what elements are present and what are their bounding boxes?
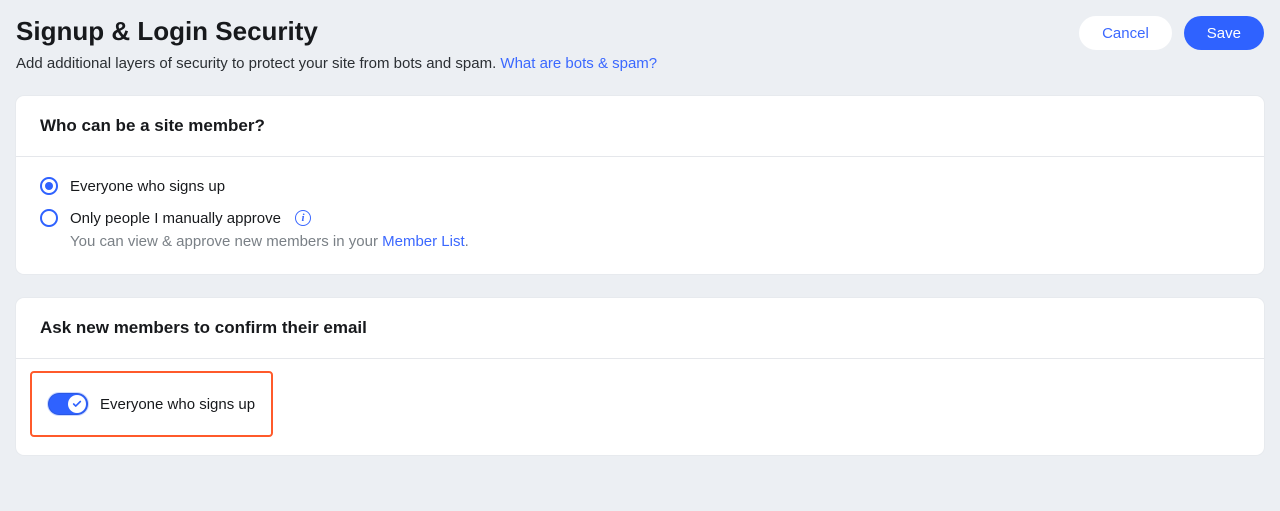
toggle-thumb — [68, 395, 86, 413]
bots-spam-link[interactable]: What are bots & spam? — [500, 55, 657, 72]
manual-approve-helper: You can view & approve new members in yo… — [70, 233, 1240, 250]
highlight-box: Everyone who signs up — [30, 371, 273, 437]
info-icon[interactable]: i — [295, 210, 311, 226]
member-list-link[interactable]: Member List — [382, 233, 465, 250]
option-manual-approve-label: Only people I manually approve — [70, 210, 281, 227]
save-button[interactable]: Save — [1184, 16, 1264, 50]
card-confirm-email: Ask new members to confirm their email E… — [16, 298, 1264, 455]
confirm-email-toggle-label: Everyone who signs up — [100, 396, 255, 413]
confirm-email-toggle[interactable] — [48, 393, 88, 415]
radio-everyone[interactable] — [40, 177, 58, 195]
radio-manual-approve[interactable] — [40, 209, 58, 227]
card-title: Ask new members to confirm their email — [16, 298, 1264, 359]
card-title: Who can be a site member? — [16, 96, 1264, 157]
helper-prefix: You can view & approve new members in yo… — [70, 233, 382, 250]
page-title: Signup & Login Security — [16, 16, 657, 47]
cancel-button[interactable]: Cancel — [1079, 16, 1172, 50]
helper-suffix: . — [465, 233, 469, 250]
option-everyone-label: Everyone who signs up — [70, 178, 225, 195]
subtitle-text: Add additional layers of security to pro… — [16, 55, 500, 72]
page-subtitle: Add additional layers of security to pro… — [16, 55, 657, 72]
check-icon — [72, 399, 82, 409]
card-who-can-be-member: Who can be a site member? Everyone who s… — [16, 96, 1264, 274]
